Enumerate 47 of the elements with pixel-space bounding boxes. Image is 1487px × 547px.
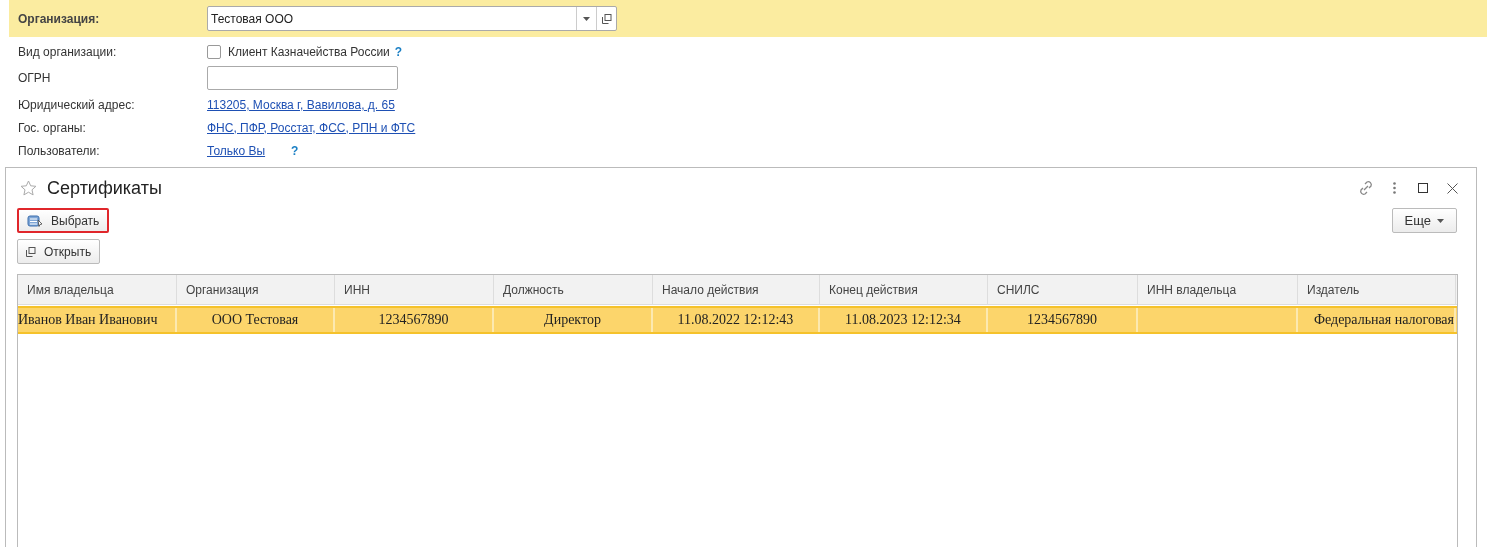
table-cell: ООО Тестовая	[211, 312, 299, 327]
table-cell: 11.08.2022 12:12:43	[677, 312, 794, 327]
link-icon[interactable]	[1358, 180, 1374, 196]
star-icon[interactable]	[20, 180, 37, 196]
checkbox-label: Клиент Казначейства России	[228, 43, 390, 61]
more-icon[interactable]	[1393, 182, 1396, 194]
link[interactable]: 113205, Москва г, Вавилова, д. 65	[207, 95, 395, 114]
column-header[interactable]: ИНН владельца	[1138, 275, 1298, 304]
field-label: Пользователи:	[18, 142, 101, 160]
column-header[interactable]: Издатель	[1298, 275, 1456, 304]
table-cell: 1234567890	[1027, 312, 1097, 327]
open-button[interactable]: Открыть	[17, 239, 101, 264]
window-title: Сертификаты	[47, 176, 162, 200]
organization-select[interactable]: Тестовая ООО	[207, 6, 617, 31]
table-cell: Директор	[544, 312, 601, 327]
column-header[interactable]: Организация	[177, 275, 335, 304]
dropdown-arrow-icon	[1437, 218, 1444, 223]
help-link[interactable]: ?	[291, 141, 299, 160]
checkbox[interactable]	[207, 44, 221, 59]
field-label: Гос. органы:	[18, 119, 87, 137]
table-cell: Иванов Иван Иванович	[18, 312, 158, 327]
link[interactable]: Только Вы	[207, 141, 266, 160]
field-label: Организация:	[17, 10, 101, 28]
field-label: Вид организации:	[18, 43, 118, 61]
table-cell: 1234567890	[378, 312, 449, 327]
field-label: ОГРН	[18, 70, 52, 87]
table-cell: Федеральная налоговая	[1313, 312, 1454, 327]
maximize-icon[interactable]	[1418, 183, 1428, 193]
list-icon	[27, 213, 43, 228]
more-button[interactable]: Еще	[1391, 208, 1457, 233]
link[interactable]: ФНС, ПФР, Росстат, ФСС, РПН и ФТС	[207, 118, 416, 137]
column-header[interactable]: СНИЛС	[988, 275, 1138, 304]
close-icon[interactable]	[1447, 182, 1458, 194]
open-icon	[26, 246, 36, 257]
select-button[interactable]: Выбрать	[17, 208, 110, 233]
column-header[interactable]: Имя владельца	[18, 275, 177, 304]
column-header[interactable]: ИНН	[335, 275, 494, 304]
column-header[interactable]: Должность	[494, 275, 653, 304]
table-row[interactable]: Иванов Иван Иванович ООО Тестовая 1234567890 Директор 11.08.2022 12:12:43 11.08.2023 12:12:34 1234567890 Федеральная налоговая	[18, 306, 1457, 334]
field-label: Юридический адрес:	[18, 96, 136, 114]
help-link[interactable]: ?	[394, 42, 403, 61]
open-icon	[601, 13, 612, 24]
table-cell: 11.08.2023 12:12:34	[845, 312, 961, 327]
input-field[interactable]	[207, 66, 398, 90]
column-header[interactable]: Конец действия	[820, 275, 988, 304]
dropdown-arrow-icon	[583, 16, 590, 21]
column-header[interactable]: Начало действия	[653, 275, 820, 304]
